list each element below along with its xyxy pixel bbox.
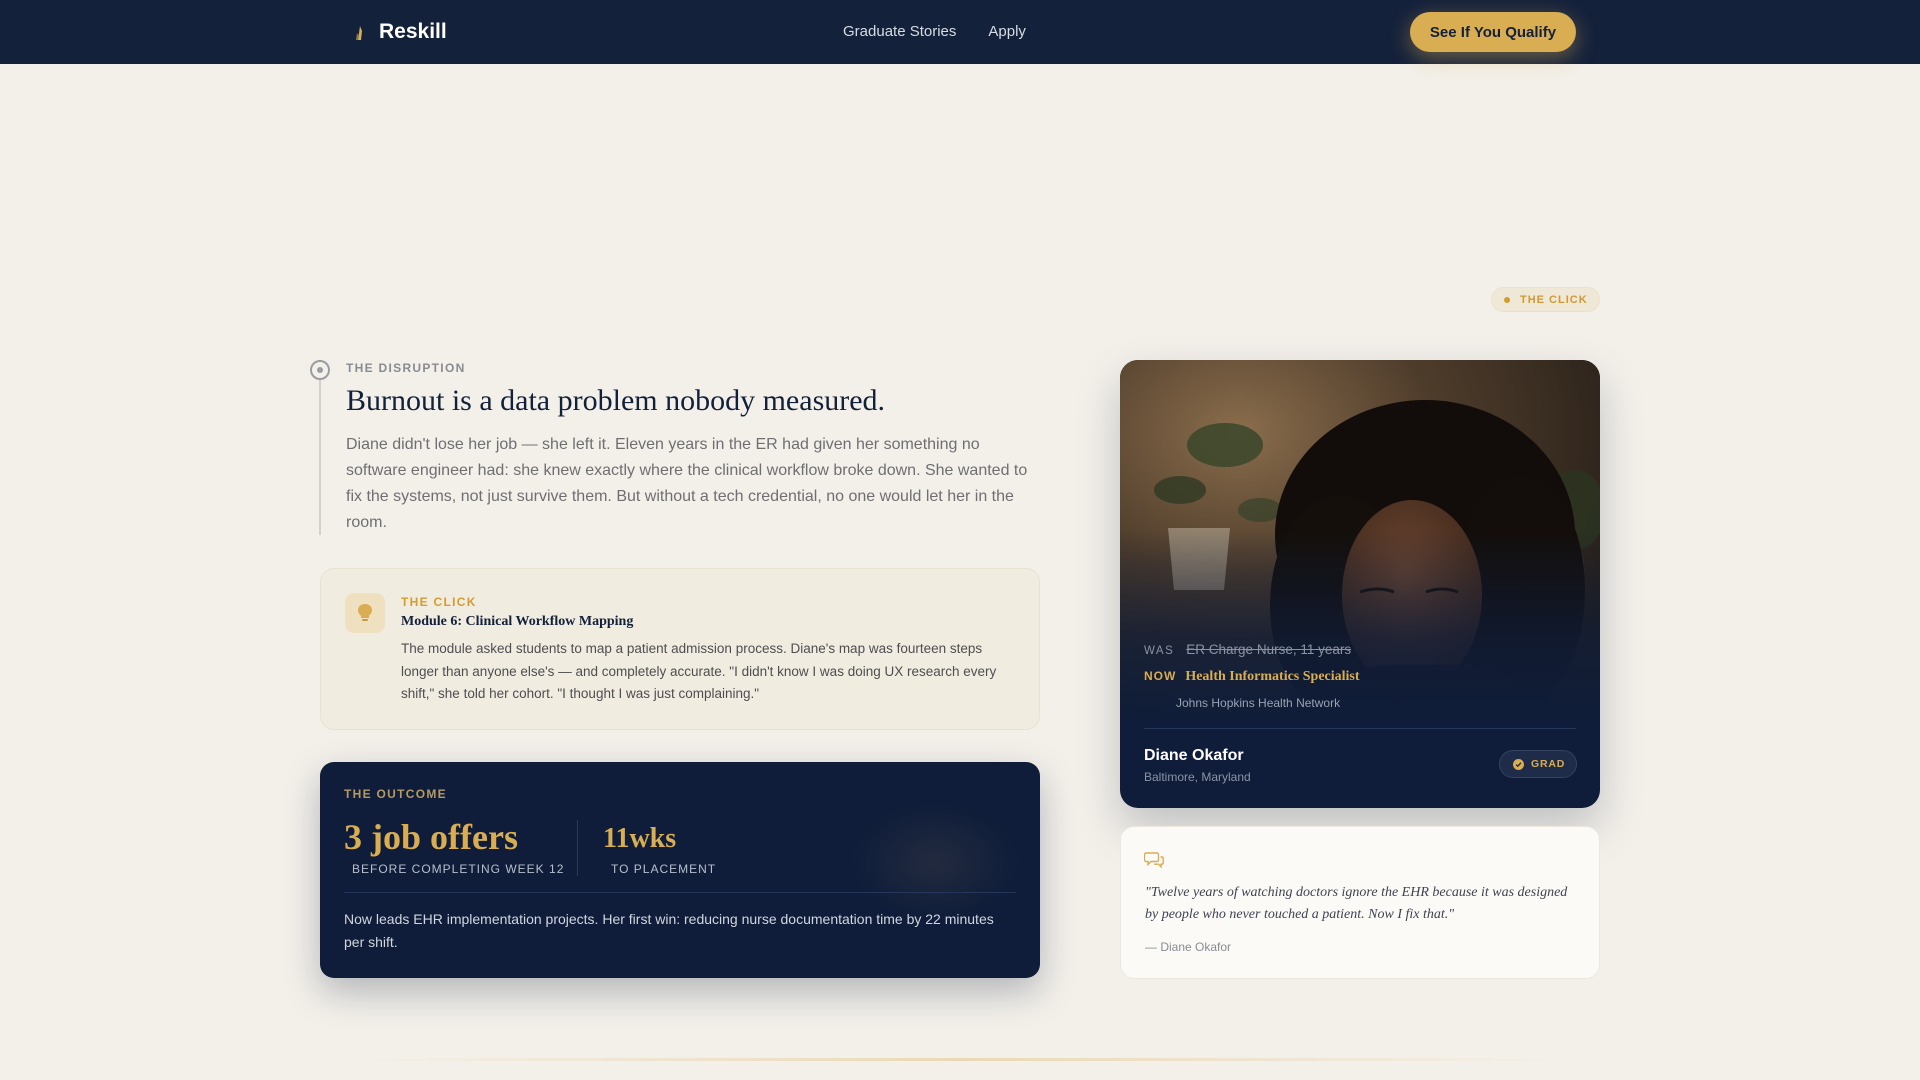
outcome-glow — [850, 802, 1020, 922]
lightbulb-icon — [345, 593, 385, 633]
now-label: NOW — [1144, 669, 1177, 683]
outcome-divider — [344, 892, 1016, 893]
grad-badge-label: GRAD — [1531, 758, 1566, 770]
outcome-body: Now leads EHR implementation projects. H… — [344, 911, 994, 950]
section-divider — [360, 1058, 1560, 1061]
was-label: WAS — [1144, 645, 1175, 657]
chat-bubble-icon — [1144, 852, 1164, 869]
nav-link-graduate-stories[interactable]: Graduate Stories — [843, 23, 956, 40]
graduate-name: Diane Okafor — [1144, 747, 1244, 764]
chip-dot-icon — [1504, 296, 1510, 303]
grad-badge: GRAD — [1499, 750, 1577, 778]
the-click-card: THE CLICK Module 6: Clinical Workflow Ma… — [320, 568, 1040, 730]
was-value: ER Charge Nurse, 11 years — [1186, 642, 1352, 657]
click-title: Module 6: Clinical Workflow Mapping — [401, 614, 634, 629]
placement-weeks-label: TO PLACEMENT — [611, 862, 717, 876]
stat-divider — [577, 820, 578, 876]
outcome-eyebrow: THE OUTCOME — [344, 787, 447, 801]
brand-logo-link[interactable]: Reskill — [353, 20, 447, 44]
chip-label: THE CLICK — [1520, 293, 1588, 306]
click-body: The module asked students to map a patie… — [401, 641, 997, 701]
check-icon — [1513, 758, 1524, 770]
click-eyebrow: THE CLICK — [401, 595, 477, 609]
timeline-line — [319, 378, 321, 535]
flame-logo-icon — [356, 26, 362, 40]
quote-attribution: — Diane Okafor — [1145, 940, 1232, 954]
employer-name: Johns Hopkins Health Network — [1176, 696, 1341, 710]
job-offers-label: BEFORE COMPLETING WEEK 12 — [352, 862, 565, 876]
the-click-chip: THE CLICK — [1491, 287, 1600, 312]
outcome-card: THE OUTCOME 3 job offers BEFORE COMPLETI… — [320, 762, 1040, 978]
graduate-profile-card: WAS ER Charge Nurse, 11 years NOW Health… — [1120, 360, 1600, 808]
now-value: Health Informatics Specialist — [1185, 669, 1360, 684]
job-offers-stat: 3 job offers — [344, 817, 518, 857]
testimonial-quote: "Twelve years of watching doctors ignore… — [1145, 885, 1568, 922]
current-role: NOW Health Informatics Specialist — [1144, 669, 1360, 685]
nav-links: Graduate Stories Apply — [843, 23, 1026, 40]
see-if-you-qualify-button[interactable]: See If You Qualify — [1410, 12, 1576, 52]
previous-role: WAS ER Charge Nurse, 11 years — [1144, 642, 1351, 657]
nav-link-apply[interactable]: Apply — [988, 23, 1026, 40]
disruption-title: Burnout is a data problem nobody measure… — [346, 384, 886, 417]
top-navbar: Reskill Graduate Stories Apply See If Yo… — [0, 0, 1920, 64]
graduate-location: Baltimore, Maryland — [1144, 770, 1251, 784]
profile-divider — [1144, 728, 1576, 729]
disruption-eyebrow: THE DISRUPTION — [346, 361, 466, 375]
placement-weeks-stat: 11wks — [603, 823, 677, 854]
timeline-node-icon — [310, 360, 330, 380]
brand-name: Reskill — [379, 20, 447, 43]
disruption-body: Diane didn't lose her job — she left it.… — [346, 436, 1028, 531]
quote-card: "Twelve years of watching doctors ignore… — [1120, 826, 1600, 979]
